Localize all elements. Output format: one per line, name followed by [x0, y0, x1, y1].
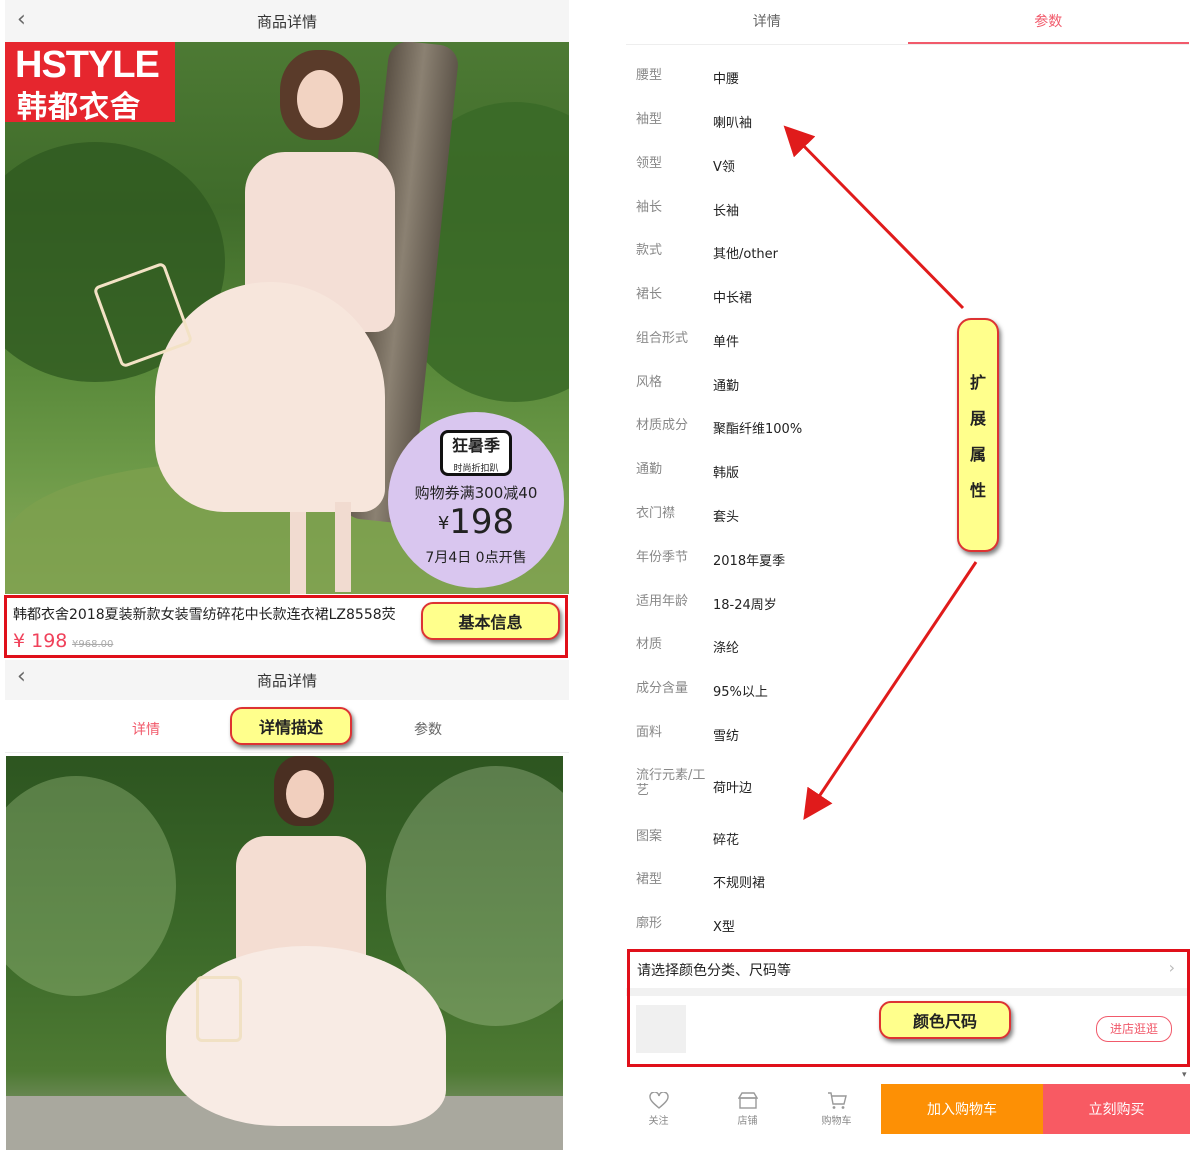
param-key: 材质: [636, 637, 663, 652]
param-value: 不规则裙: [713, 876, 766, 891]
promo-badge: 狂暑季 时尚折扣趴 购物券满300减40 ¥198 7月4日 0点开售: [388, 412, 564, 588]
param-key: 流行元素/工艺: [636, 768, 706, 798]
add-to-cart-button[interactable]: 加入购物车: [881, 1084, 1043, 1134]
detail-image[interactable]: [6, 756, 563, 1150]
param-value: V领: [713, 160, 735, 175]
page-title: 商品详情: [256, 12, 317, 31]
active-tab-indicator: [908, 42, 1189, 44]
param-value: 其他/other: [713, 247, 779, 262]
callout-basic-info: 基本信息: [421, 602, 560, 640]
param-key: 风格: [636, 375, 663, 390]
param-value: 涤纶: [713, 641, 740, 656]
detail-page-title: 商品详情: [256, 671, 317, 690]
param-key: 通勤: [636, 462, 663, 477]
param-value: 长袖: [713, 204, 740, 219]
param-key: 衣门襟: [636, 506, 676, 521]
callout-detail-desc: 详情描述: [230, 707, 352, 745]
param-key: 适用年龄: [636, 594, 689, 609]
tmall-cat-icon: 狂暑季 时尚折扣趴: [440, 430, 512, 476]
param-key: 成分含量: [636, 681, 689, 696]
param-key: 裙型: [636, 872, 663, 887]
cart-button[interactable]: 购物车: [792, 1084, 881, 1134]
param-value: 喇叭袖: [713, 116, 753, 131]
param-value: 荷叶边: [713, 781, 753, 796]
param-value: 韩版: [713, 466, 740, 481]
tab-detail[interactable]: 详情: [626, 0, 908, 44]
param-key: 组合形式: [636, 331, 689, 346]
heart-icon: [648, 1092, 669, 1109]
param-value: 雪纺: [713, 729, 740, 744]
bottom-action-bar: 关注 店铺 购物车 加入购物车 立刻购买: [614, 1084, 1190, 1134]
param-key: 图案: [636, 829, 663, 844]
param-key: 年份季节: [636, 550, 689, 565]
param-key: 领型: [636, 156, 663, 171]
param-value: 碎花: [713, 833, 740, 848]
param-key: 款式: [636, 243, 663, 258]
param-key: 腰型: [636, 68, 663, 83]
param-tabs: 详情 参数: [626, 0, 1189, 45]
product-banner-image[interactable]: HSTYLE 韩都衣舍 狂暑季 时尚折扣趴 购物券满300减40 ¥198 7月4…: [5, 42, 569, 594]
back-arrow-icon[interactable]: ‹: [17, 9, 26, 31]
param-value: 通勤: [713, 379, 740, 394]
param-value: 中腰: [713, 72, 740, 87]
param-value: 套头: [713, 510, 740, 525]
param-key: 廓形: [636, 916, 663, 931]
annotation-arrows: [783, 125, 978, 820]
follow-button[interactable]: 关注: [614, 1084, 703, 1134]
param-value: 中长裙: [713, 291, 753, 306]
param-key: 面料: [636, 725, 663, 740]
param-value: 单件: [713, 335, 740, 350]
top-header: ‹ 商品详情: [5, 0, 569, 42]
param-key: 裙长: [636, 287, 663, 302]
scroll-down-icon[interactable]: ▾: [1182, 1070, 1187, 1080]
param-value: 95%以上: [713, 685, 768, 700]
param-value: 18-24周岁: [713, 598, 777, 613]
store-icon: [737, 1092, 758, 1109]
brand-logo: HSTYLE 韩都衣舍: [5, 42, 175, 125]
tab-params[interactable]: 参数: [908, 0, 1190, 44]
callout-ext-attr: 扩 展 属 性: [957, 318, 999, 552]
shop-button[interactable]: 店铺: [703, 1084, 792, 1134]
param-value: 2018年夏季: [713, 554, 786, 569]
param-key: 袖长: [636, 200, 663, 215]
callout-color-size: 颜色尺码: [879, 1001, 1011, 1039]
cart-icon: [827, 1092, 847, 1109]
param-value: X型: [713, 920, 735, 935]
param-key: 材质成分: [636, 418, 689, 433]
back-arrow-icon[interactable]: ‹: [17, 666, 26, 688]
buy-now-button[interactable]: 立刻购买: [1043, 1084, 1190, 1134]
detail-header: ‹ 商品详情: [5, 660, 569, 700]
param-key: 袖型: [636, 112, 663, 127]
